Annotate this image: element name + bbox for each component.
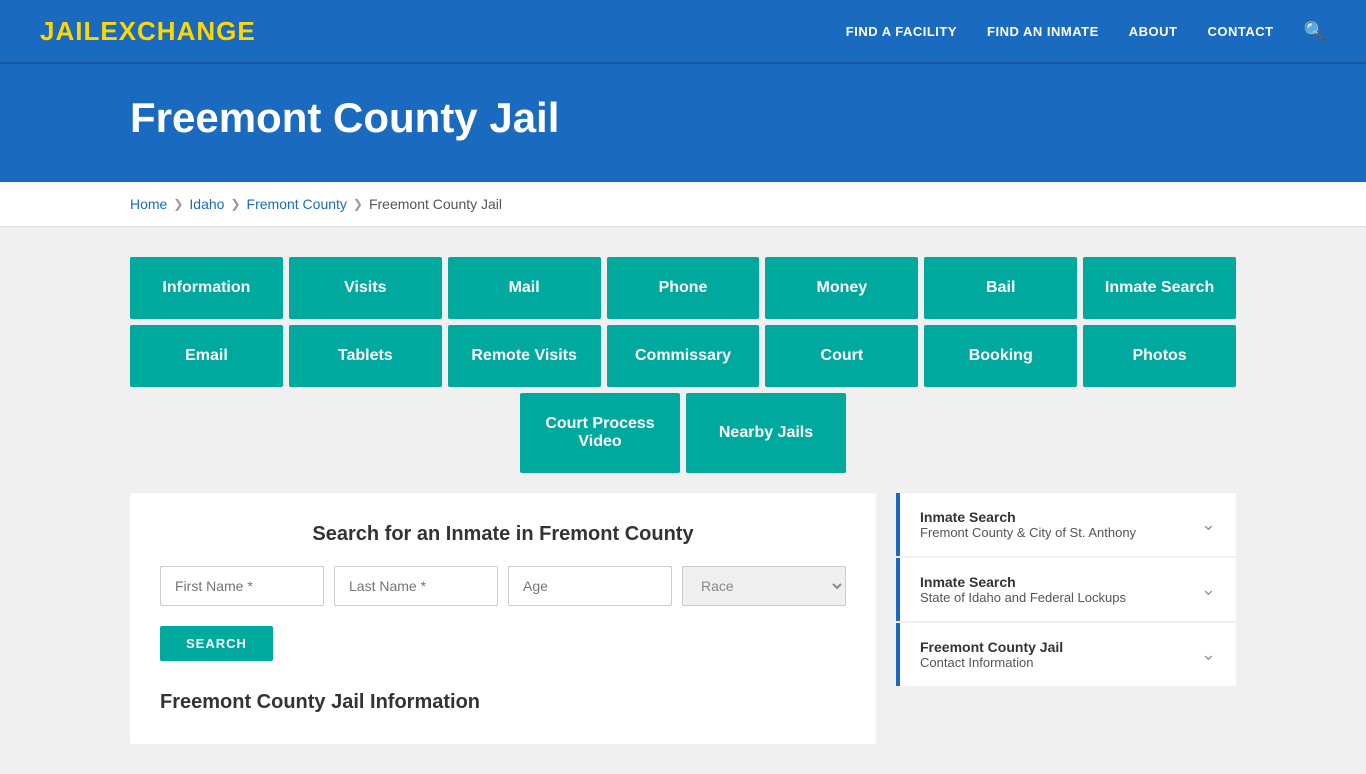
btn-commissary[interactable]: Commissary — [607, 325, 760, 387]
breadcrumb: Home ❯ Idaho ❯ Fremont County ❯ Freemont… — [130, 196, 1236, 212]
race-select[interactable]: Race — [682, 566, 846, 606]
hero-section: Freemont County Jail — [0, 64, 1366, 182]
sidebar-card-2[interactable]: Inmate Search State of Idaho and Federal… — [896, 558, 1236, 621]
grid-row-1: Information Visits Mail Phone Money Bail… — [130, 257, 1236, 319]
last-name-input[interactable] — [334, 566, 498, 606]
btn-photos[interactable]: Photos — [1083, 325, 1236, 387]
chevron-down-icon-1: ⌄ — [1201, 514, 1216, 535]
nav-find-facility[interactable]: FIND A FACILITY — [846, 24, 957, 39]
btn-court[interactable]: Court — [765, 325, 918, 387]
sidebar-card-1-label: Inmate Search — [920, 509, 1136, 525]
logo-jail: JAIL — [40, 16, 100, 46]
search-icon[interactable]: 🔍 — [1304, 21, 1326, 42]
main-content: Information Visits Mail Phone Money Bail… — [0, 227, 1366, 774]
breadcrumb-sep-3: ❯ — [353, 197, 363, 211]
search-button[interactable]: SEARCH — [160, 626, 273, 661]
btn-nearby-jails[interactable]: Nearby Jails — [686, 393, 846, 473]
breadcrumb-current: Freemont County Jail — [369, 196, 502, 212]
sidebar-card-1[interactable]: Inmate Search Fremont County & City of S… — [896, 493, 1236, 556]
btn-information[interactable]: Information — [130, 257, 283, 319]
grid-row-3: Court Process Video Nearby Jails — [130, 393, 1236, 473]
breadcrumb-idaho[interactable]: Idaho — [189, 196, 224, 212]
btn-bail[interactable]: Bail — [924, 257, 1077, 319]
btn-inmate-search[interactable]: Inmate Search — [1083, 257, 1236, 319]
page-title: Freemont County Jail — [130, 94, 1326, 142]
section-title: Freemont County Jail Information — [160, 691, 846, 714]
inmate-search-form: Race — [160, 566, 846, 606]
sidebar-card-3-label: Freemont County Jail — [920, 639, 1063, 655]
logo[interactable]: JAILEXCHANGE — [40, 16, 256, 47]
breadcrumb-home[interactable]: Home — [130, 196, 167, 212]
sidebar-card-1-sub: Fremont County & City of St. Anthony — [920, 525, 1136, 540]
sidebar-card-3[interactable]: Freemont County Jail Contact Information… — [896, 623, 1236, 686]
grid-row-2: Email Tablets Remote Visits Commissary C… — [130, 325, 1236, 387]
chevron-down-icon-3: ⌄ — [1201, 644, 1216, 665]
btn-money[interactable]: Money — [765, 257, 918, 319]
logo-exchange: EXCHANGE — [100, 16, 255, 46]
content-area: Search for an Inmate in Fremont County R… — [130, 493, 1236, 744]
breadcrumb-fremont-county[interactable]: Fremont County — [247, 196, 347, 212]
nav-contact[interactable]: CONTACT — [1207, 24, 1273, 39]
btn-booking[interactable]: Booking — [924, 325, 1077, 387]
main-nav: FIND A FACILITY FIND AN INMATE ABOUT CON… — [846, 21, 1326, 42]
btn-visits[interactable]: Visits — [289, 257, 442, 319]
right-panel: Inmate Search Fremont County & City of S… — [896, 493, 1236, 744]
sidebar-card-3-sub: Contact Information — [920, 655, 1063, 670]
breadcrumb-sep-1: ❯ — [173, 197, 183, 211]
nav-about[interactable]: ABOUT — [1129, 24, 1178, 39]
inmate-search-title: Search for an Inmate in Fremont County — [160, 523, 846, 546]
breadcrumb-bar: Home ❯ Idaho ❯ Fremont County ❯ Freemont… — [0, 182, 1366, 227]
btn-phone[interactable]: Phone — [607, 257, 760, 319]
btn-tablets[interactable]: Tablets — [289, 325, 442, 387]
chevron-down-icon-2: ⌄ — [1201, 579, 1216, 600]
breadcrumb-sep-2: ❯ — [230, 197, 240, 211]
btn-remote-visits[interactable]: Remote Visits — [448, 325, 601, 387]
left-panel: Search for an Inmate in Fremont County R… — [130, 493, 876, 744]
btn-court-process-video[interactable]: Court Process Video — [520, 393, 680, 473]
sidebar-card-2-label: Inmate Search — [920, 574, 1126, 590]
btn-mail[interactable]: Mail — [448, 257, 601, 319]
nav-find-inmate[interactable]: FIND AN INMATE — [987, 24, 1099, 39]
btn-email[interactable]: Email — [130, 325, 283, 387]
first-name-input[interactable] — [160, 566, 324, 606]
age-input[interactable] — [508, 566, 672, 606]
sidebar-card-2-sub: State of Idaho and Federal Lockups — [920, 590, 1126, 605]
header: JAILEXCHANGE FIND A FACILITY FIND AN INM… — [0, 0, 1366, 64]
